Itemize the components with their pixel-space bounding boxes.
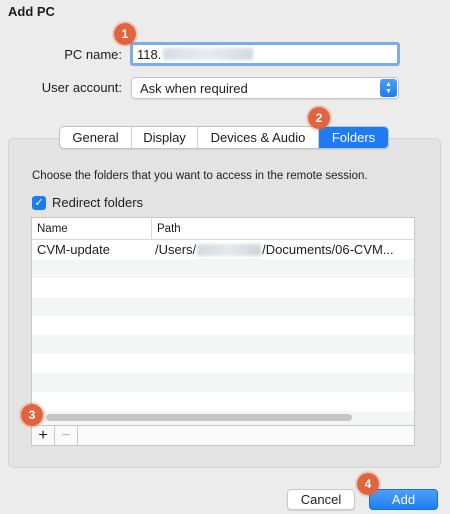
folders-table: Name Path CVM-update /Users/ /Documents/…: [31, 217, 415, 445]
pc-name-value: 118.: [137, 46, 162, 62]
row-name: CVM-update: [37, 242, 110, 257]
table-row-empty: [32, 316, 414, 335]
add-folder-button[interactable]: +: [32, 426, 55, 445]
user-account-value: Ask when required: [140, 80, 248, 96]
table-row-empty: [32, 392, 414, 411]
redirect-folders-row: ✓ Redirect folders: [32, 195, 143, 210]
tab-display[interactable]: Display: [132, 127, 198, 148]
path-prefix: /Users/: [155, 242, 197, 257]
path-suffix: /Documents/06-CVM...: [262, 242, 394, 257]
redirect-folders-label: Redirect folders: [52, 195, 144, 210]
table-header: Name Path: [32, 218, 414, 240]
tab-folders[interactable]: Folders: [319, 127, 388, 148]
dialog-title: Add PC: [8, 4, 55, 19]
table-button-bar: + −: [31, 425, 415, 446]
add-button[interactable]: Add: [369, 489, 438, 510]
redacted-text: [197, 243, 262, 256]
callout-badge-2: 2: [308, 107, 330, 129]
column-header-path[interactable]: Path: [152, 218, 181, 239]
cancel-button[interactable]: Cancel: [287, 489, 355, 510]
folders-description: Choose the folders that you want to acce…: [32, 170, 368, 182]
table-row[interactable]: CVM-update /Users/ /Documents/06-CVM...: [32, 240, 414, 259]
pc-name-label: PC name:: [64, 47, 122, 62]
tab-bar: General Display Devices & Audio Folders: [59, 126, 389, 149]
remove-folder-button[interactable]: −: [55, 426, 78, 445]
redacted-text: [163, 48, 254, 60]
table-body: CVM-update /Users/ /Documents/06-CVM...: [32, 240, 414, 430]
user-account-select[interactable]: Ask when required ▲ ▼: [131, 77, 399, 99]
pc-name-input[interactable]: 118.: [130, 42, 400, 66]
callout-badge-4: 4: [357, 473, 379, 495]
callout-badge-1: 1: [114, 23, 136, 45]
column-header-name[interactable]: Name: [32, 218, 152, 239]
user-account-label: User account:: [41, 80, 122, 95]
tab-general[interactable]: General: [60, 127, 132, 148]
table-row-empty: [32, 278, 414, 297]
select-arrows-icon: ▲ ▼: [380, 79, 397, 97]
tab-devices-audio[interactable]: Devices & Audio: [198, 127, 319, 148]
table-row-empty: [32, 354, 414, 373]
redirect-folders-checkbox[interactable]: ✓: [32, 195, 46, 210]
table-row-empty: [32, 297, 414, 316]
table-row-empty: [32, 259, 414, 278]
table-row-empty: [32, 335, 414, 354]
horizontal-scrollbar[interactable]: [46, 414, 352, 421]
row-path: /Users/ /Documents/06-CVM...: [152, 242, 394, 257]
table-row-empty: [32, 373, 414, 392]
callout-badge-3: 3: [21, 404, 43, 426]
